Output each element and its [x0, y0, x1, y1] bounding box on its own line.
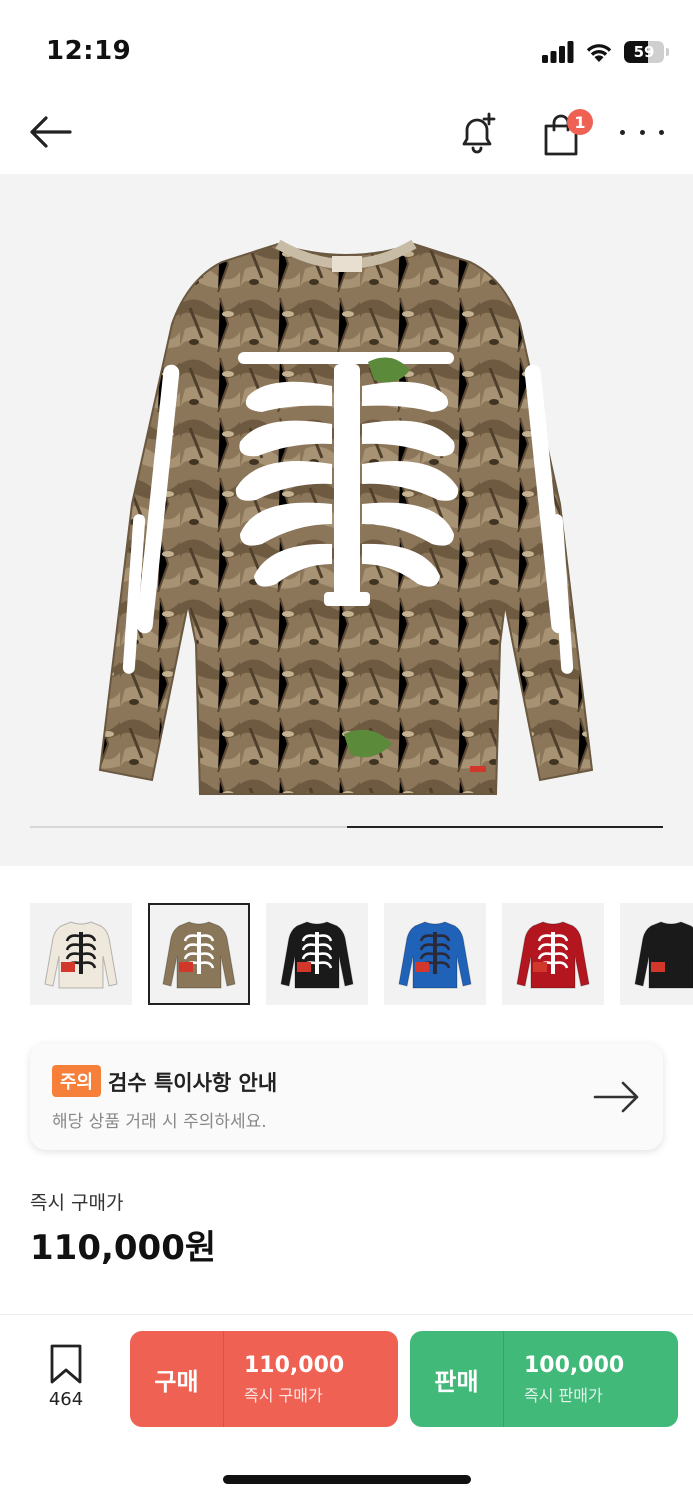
thumbnail-blue[interactable]	[384, 903, 486, 1005]
thumbnail-black-2[interactable]	[620, 903, 693, 1005]
cart-count-badge: 1	[567, 109, 593, 135]
shirt-thumbnail-icon	[162, 921, 236, 989]
sell-info: 100,000 즉시 판매가	[504, 1353, 624, 1406]
sell-price: 100,000	[524, 1352, 625, 1378]
status-bar: 12:19 59	[0, 0, 693, 100]
cart-button[interactable]: 1	[538, 108, 596, 156]
status-icons: 59	[542, 38, 669, 66]
thumbnail-list[interactable]	[30, 903, 693, 1007]
top-nav: 1	[0, 100, 693, 174]
signal-icon	[542, 41, 574, 63]
battery-icon: 59	[624, 41, 664, 63]
shirt-thumbnail-icon	[398, 921, 472, 989]
notification-bell-button[interactable]	[456, 110, 500, 156]
home-indicator	[223, 1475, 471, 1484]
product-longsleeve-shirt-image	[98, 239, 594, 795]
status-time: 12:19	[46, 36, 132, 66]
bell-plus-icon	[462, 112, 496, 154]
instant-buy-price-label: 즉시 구매가	[30, 1192, 124, 1214]
sell-caption: 즉시 판매가	[524, 1385, 603, 1405]
instant-buy-price: 110,000원	[30, 1228, 217, 1268]
caution-badge: 주의	[52, 1065, 102, 1097]
product-image-carousel[interactable]	[0, 174, 693, 866]
bookmark-button[interactable]: 464	[40, 1343, 92, 1417]
buy-label: 구매	[130, 1331, 224, 1427]
bookmark-count: 464	[48, 1389, 84, 1410]
buy-caption: 즉시 구매가	[244, 1385, 323, 1405]
notice-arrow-button[interactable]	[593, 1079, 641, 1115]
back-button[interactable]	[28, 112, 76, 152]
shirt-thumbnail-icon	[516, 921, 590, 989]
thumbnail-black[interactable]	[266, 903, 368, 1005]
thumbnail-red[interactable]	[502, 903, 604, 1005]
bottom-action-bar: 464 구매 110,000 즉시 구매가 판매 100,000 즉시 판매가	[0, 1314, 693, 1500]
thumbnail-camo[interactable]	[148, 903, 250, 1005]
arrow-right-icon	[593, 1081, 639, 1113]
buy-info: 110,000 즉시 구매가	[224, 1353, 344, 1406]
battery-percent: 59	[633, 43, 655, 61]
carousel-progress-fill	[346, 826, 663, 828]
more-horizontal-icon	[620, 129, 625, 135]
bookmark-icon	[50, 1344, 82, 1384]
more-options-button[interactable]	[620, 120, 664, 144]
inspection-notice-card[interactable]: 주의 검수 특이사항 안내 해당 상품 거래 시 주의하세요.	[30, 1043, 663, 1150]
notice-subtitle: 해당 상품 거래 시 주의하세요.	[52, 1112, 267, 1132]
battery-cap	[666, 48, 669, 56]
notice-title: 검수 특이사항 안내	[108, 1071, 278, 1095]
shirt-thumbnail-icon	[44, 921, 118, 989]
buy-button[interactable]: 구매 110,000 즉시 구매가	[130, 1331, 398, 1427]
product-name-peek	[30, 1300, 670, 1314]
sell-label: 판매	[410, 1331, 504, 1427]
shirt-thumbnail-icon	[634, 921, 693, 989]
thumbnail-cream[interactable]	[30, 903, 132, 1005]
more-dot	[639, 129, 645, 135]
arrow-left-icon	[30, 116, 72, 148]
wifi-icon	[586, 44, 612, 62]
more-dot	[659, 129, 664, 135]
sell-button[interactable]: 판매 100,000 즉시 판매가	[410, 1331, 678, 1427]
buy-price: 110,000	[244, 1352, 345, 1378]
carousel-progress	[30, 826, 663, 828]
shirt-thumbnail-icon	[280, 921, 354, 989]
